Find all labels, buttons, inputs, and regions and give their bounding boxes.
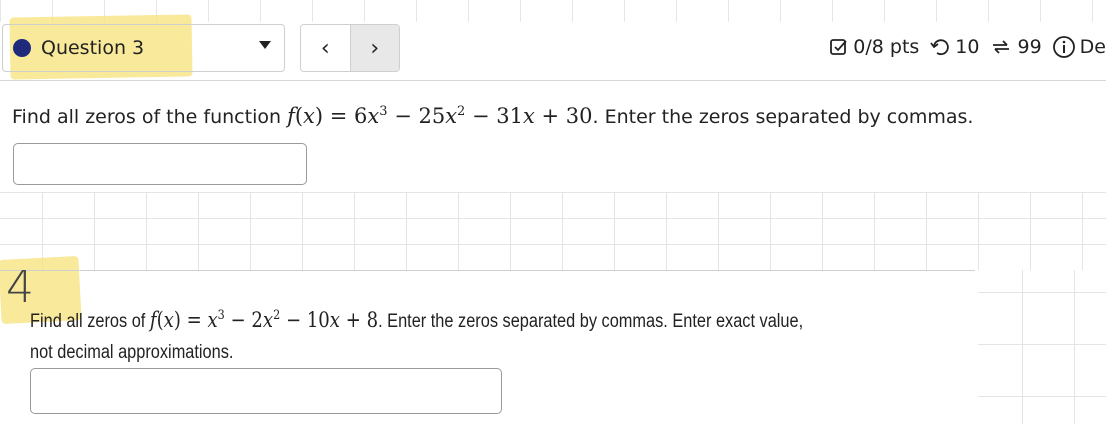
score-indicator: 0/8 pts — [829, 36, 919, 58]
undo-icon — [930, 39, 950, 56]
question-selector[interactable]: Question 3 — [2, 24, 285, 72]
info-icon — [1052, 36, 1075, 58]
question-4-prompt: Find all zeros of f(x) = x3 − 2x2 − 10x … — [30, 300, 821, 368]
header-divider — [0, 80, 1106, 81]
question-selector-label: Question 3 — [41, 37, 145, 59]
retry-indicator[interactable]: 10 — [929, 36, 979, 58]
question-divider — [0, 270, 975, 271]
checkbox-icon — [830, 39, 847, 55]
attempts-count: 99 — [1017, 36, 1042, 58]
next-question-button[interactable]: › — [349, 25, 399, 71]
chevron-down-icon — [259, 41, 271, 49]
question-status-bar: 0/8 pts 10 99 De — [829, 32, 1106, 62]
details-label: De — [1079, 36, 1106, 58]
question-4-answer-input[interactable] — [30, 368, 502, 414]
attempts-indicator[interactable]: 99 — [989, 36, 1042, 58]
question-3-prefix: Find all zeros of the function — [12, 106, 288, 128]
grid-background-middle — [0, 192, 1106, 270]
question-3-prompt: Find all zeros of the function f(x) = 6x… — [12, 104, 973, 128]
details-link[interactable]: De — [1052, 35, 1106, 59]
score-text: 0/8 pts — [853, 36, 920, 58]
repeat-icon — [993, 40, 1010, 54]
question-3-suffix: . Enter the zeros separated by commas. — [592, 106, 974, 128]
question-4-equation: f(x) = x3 − 2x2 − 10x + 8 — [149, 308, 379, 332]
retry-count: 10 — [955, 36, 980, 58]
grid-background-bottom — [978, 270, 1106, 424]
question-4-prefix: Find all zeros of — [30, 311, 150, 332]
previous-question-button[interactable]: ‹ — [301, 25, 350, 71]
question-status-dot-icon — [13, 39, 31, 57]
question-3-equation: f(x) = 6x3 − 25x2 − 31x + 30 — [287, 104, 593, 128]
question-nav: ‹ › — [300, 24, 400, 72]
question-3-answer-input[interactable] — [13, 143, 307, 185]
